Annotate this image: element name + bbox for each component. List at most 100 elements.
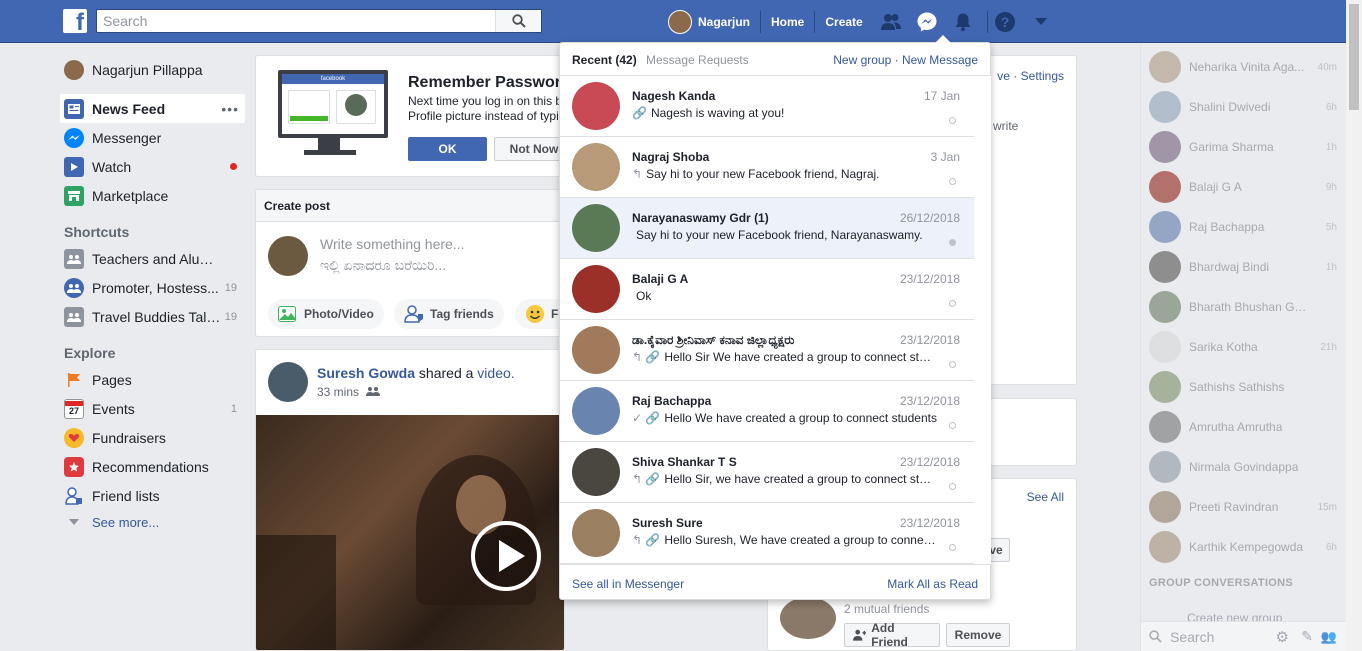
shortcut-item[interactable]: Teachers and Alum... [60, 244, 245, 273]
avatar [1149, 331, 1181, 363]
mark-read-toggle[interactable] [949, 544, 956, 551]
sidebar-item-messenger[interactable]: Messenger [60, 123, 245, 152]
profile-link[interactable]: Nagarjun [668, 9, 762, 34]
not-now-button[interactable]: Not Now [494, 137, 564, 161]
chat-contact[interactable]: Amrutha Amrutha [1149, 409, 1339, 445]
notification-dot [230, 163, 237, 170]
conversation-item[interactable]: Suresh Sure 23/12/2018 ↰ 🔗 Hello Suresh, We… [560, 503, 974, 564]
mutual-friends-text[interactable]: 2 mutual friends [844, 602, 929, 616]
avatar[interactable] [268, 362, 308, 402]
chat-contact[interactable]: Bharath Bhushan Go... [1149, 289, 1339, 325]
explore-heading: Explore [64, 345, 116, 361]
post-composer-input[interactable]: Write something here... ಇಲ್ಲಿ ಏನಾದರೂ ಬರೆ… [320, 234, 464, 276]
conversation-item[interactable]: Shiva Shankar T S 23/12/2018 ↰ 🔗 Hello Sir,… [560, 442, 974, 503]
conversation-item[interactable]: Raj Bachappa 23/12/2018 ✓ 🔗 Hello We have c… [560, 381, 974, 442]
help-icon: ? [995, 11, 1016, 32]
post-author-link[interactable]: Suresh Gowda [317, 365, 415, 381]
mark-all-read-link[interactable]: Mark All as Read [887, 577, 978, 591]
post-time-label[interactable]: 33 mins [317, 385, 359, 399]
post-object-link[interactable]: video. [477, 365, 514, 381]
right-panel-text: write [993, 119, 1019, 133]
sidebar-item-friend-lists[interactable]: Friend lists [60, 481, 245, 510]
tab-recent[interactable]: Recent (42) [572, 53, 637, 67]
mark-read-toggle[interactable] [949, 117, 956, 124]
page-scrollbar[interactable] [1346, 0, 1362, 651]
chat-contact[interactable]: Bhardwaj Bindi 1h [1149, 249, 1339, 285]
screen-label: facebook [282, 74, 384, 84]
conversation-item[interactable]: Nagraj Shoba 3 Jan ↰ Say hi to your new Fac… [560, 137, 974, 198]
ok-button[interactable]: OK [408, 137, 487, 161]
scrollbar-thumb[interactable] [1349, 4, 1359, 110]
chat-contact[interactable]: Balaji G A 9h [1149, 169, 1339, 205]
feeling-button[interactable]: Fe [515, 299, 564, 329]
chat-contact[interactable]: Raj Bachappa 5h [1149, 209, 1339, 245]
search-button[interactable] [495, 10, 541, 32]
see-all-link[interactable]: See All [1027, 490, 1064, 504]
chat-contact[interactable]: Sarika Kotha 21h [1149, 329, 1339, 365]
more-options-icon[interactable]: ••• [221, 101, 239, 117]
mark-read-toggle[interactable] [949, 422, 956, 429]
chat-search-bar[interactable]: Search ⚙ ✎ 👥 [1141, 621, 1347, 651]
mark-read-toggle[interactable] [949, 178, 956, 185]
sidebar-item-recommendations[interactable]: Recommendations [60, 452, 245, 481]
home-link[interactable]: Home [761, 10, 816, 33]
conversation-item[interactable]: Narayanaswamy Gdr (1) 26/12/2018 Say hi to… [560, 198, 974, 259]
right-panel-links[interactable]: ve · Settings [997, 69, 1064, 83]
conversation-item[interactable]: Nagesh Kanda 17 Jan 🔗 Nagesh is waving at y… [560, 76, 974, 137]
facebook-logo[interactable]: f [63, 9, 87, 33]
contact-name: Neharika Vinita Aga... [1189, 60, 1305, 74]
sidebar-item-label: Friend lists [92, 487, 160, 504]
photo-video-label: Photo/Video [304, 307, 374, 321]
sidebar-item-pages[interactable]: Pages [60, 365, 245, 394]
friend-requests-button[interactable] [873, 0, 909, 43]
conversation-scrollbar[interactable] [974, 76, 991, 564]
sidebar-item-news-feed[interactable]: News Feed ••• [60, 94, 245, 123]
compose-icon[interactable]: ✎ [1301, 628, 1313, 645]
create-post-heading: Create post [256, 190, 564, 222]
conversation-snippet: Ok [632, 289, 937, 303]
new-group-link[interactable]: New group [833, 53, 891, 67]
shortcut-item[interactable]: Promoter, Hostess... 19 [60, 273, 245, 302]
account-menu-button[interactable] [1023, 0, 1059, 43]
see-more-link[interactable]: See more... [60, 510, 245, 534]
add-friend-button[interactable]: Add Friend [844, 621, 940, 649]
conversation-date: 17 Jan [923, 89, 960, 103]
mark-read-toggle[interactable] [949, 300, 956, 307]
mark-read-toggle[interactable] [949, 361, 956, 368]
search-icon [1149, 630, 1162, 643]
sidebar-item-watch[interactable]: Watch [60, 152, 245, 181]
see-all-in-messenger-link[interactable]: See all in Messenger [572, 577, 684, 591]
messenger-header: Recent (42) Message Requests New group ·… [560, 43, 990, 76]
remove-button[interactable]: Remove [946, 623, 1010, 647]
search-input[interactable] [97, 10, 492, 32]
chat-contact[interactable]: Garima Sharma 1h [1149, 129, 1339, 165]
new-message-link[interactable]: New Message [902, 53, 978, 67]
chat-contact[interactable]: Shalini Dwivedi 6h [1149, 89, 1339, 125]
conversation-item[interactable]: ಡಾ.ಕೈವಾರ ಶ್ರೀನಿವಾಸ್ ಕನಾವ ಜಿಲ್ಲಾಧ್ಯಕ್ಷರು 2… [560, 320, 974, 381]
create-link[interactable]: Create [815, 11, 872, 33]
video-player[interactable] [256, 415, 564, 650]
sidebar-item-events[interactable]: 27 Events 1 [60, 394, 245, 423]
avatar[interactable] [780, 597, 836, 639]
play-button[interactable] [471, 521, 541, 591]
chat-contact[interactable]: Karthik Kempegowda 6h [1149, 529, 1339, 565]
sidebar-item-fundraisers[interactable]: Fundraisers [60, 423, 245, 452]
photo-video-button[interactable]: Photo/Video [268, 299, 384, 329]
shortcut-item[interactable]: Travel Buddies Talk... 19 [60, 302, 245, 331]
tab-message-requests[interactable]: Message Requests [646, 53, 749, 67]
chat-contact[interactable]: Preeti Ravindran 15m [1149, 489, 1339, 525]
mark-read-toggle[interactable] [949, 239, 956, 246]
tag-friends-button[interactable]: Tag friends [394, 299, 504, 329]
profile-link[interactable]: Nagarjun Pillappa [60, 55, 245, 84]
chat-contact[interactable]: Sathishs Sathishs [1149, 369, 1339, 405]
create-group-icon[interactable]: 👥 [1321, 629, 1337, 645]
conversation-item[interactable]: Balaji G A 23/12/2018 Ok [560, 259, 974, 320]
help-button[interactable]: ? [986, 10, 1023, 33]
chat-contact[interactable]: Neharika Vinita Aga... 40m [1149, 49, 1339, 85]
chat-contact[interactable]: Nirmala Govindappa [1149, 449, 1339, 485]
conversation-snippet: ↰ 🔗 Hello Sir We have created a group to … [632, 350, 937, 364]
mark-read-toggle[interactable] [949, 483, 956, 490]
gear-icon[interactable]: ⚙ [1276, 628, 1289, 646]
sidebar-item-marketplace[interactable]: Marketplace [60, 181, 245, 210]
create-new-group-link[interactable]: Create new group [1187, 611, 1282, 621]
